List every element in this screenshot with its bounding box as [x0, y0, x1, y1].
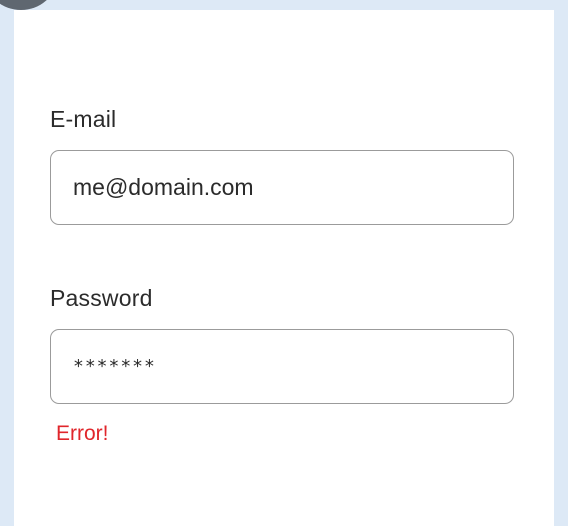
- login-form-card: E-mail me@domain.com Password ******* Er…: [14, 10, 554, 526]
- password-label: Password: [50, 285, 153, 311]
- password-field[interactable]: *******: [50, 329, 514, 404]
- password-error-message: Error!: [56, 422, 109, 445]
- email-label: E-mail: [50, 106, 117, 132]
- email-field[interactable]: me@domain.com: [50, 150, 514, 225]
